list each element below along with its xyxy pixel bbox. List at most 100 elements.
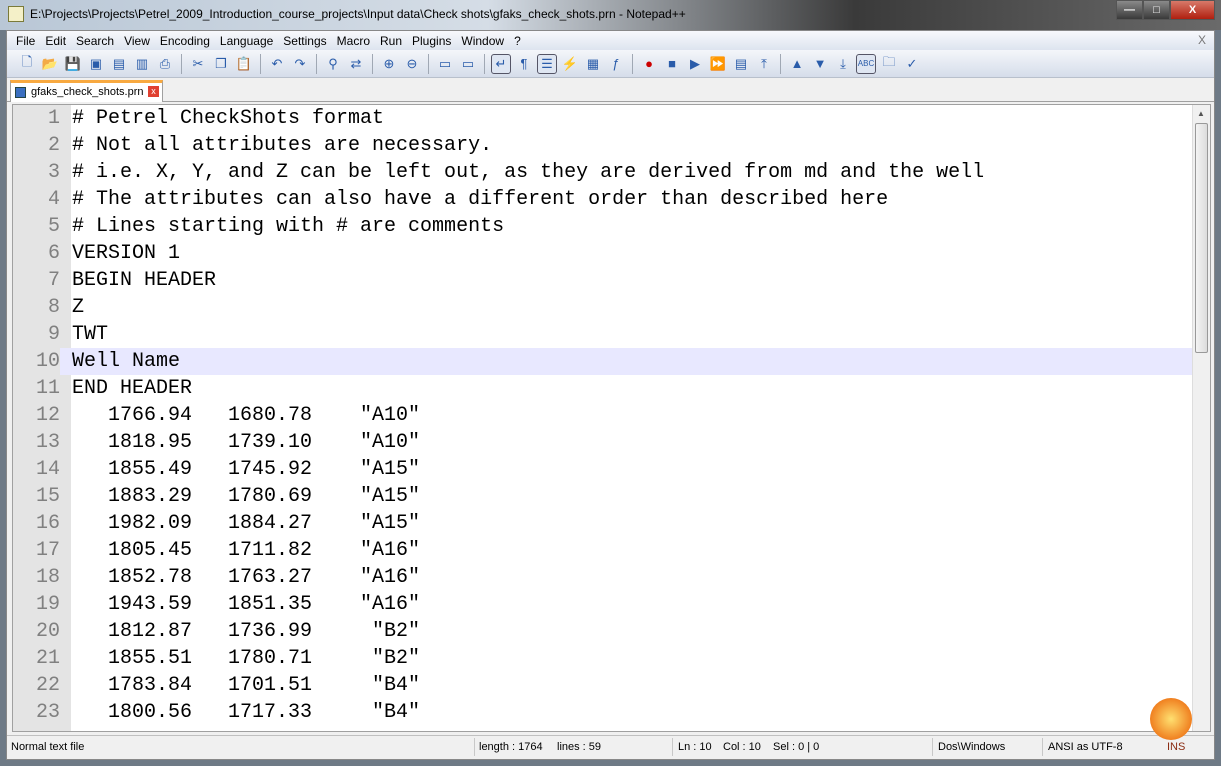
- editor-line[interactable]: 22 1783.84 1701.51 "B4": [13, 672, 1193, 699]
- menu-bar: File Edit Search View Encoding Language Settin…: [7, 31, 1214, 50]
- line-number: 4: [13, 186, 60, 213]
- editor-line[interactable]: 11 END HEADER: [13, 375, 1193, 402]
- print-icon[interactable]: ⎙: [155, 54, 175, 74]
- line-text: # The attributes can also have a differe…: [72, 188, 889, 211]
- status-encoding: ANSI as UTF-8: [1048, 741, 1123, 753]
- saved-file-icon: [15, 87, 26, 98]
- cut-icon[interactable]: ✂: [188, 54, 208, 74]
- doc-map-icon[interactable]: ▦: [583, 54, 603, 74]
- function-list-icon[interactable]: ƒ: [606, 54, 626, 74]
- last-change-icon[interactable]: ⤓: [833, 54, 853, 74]
- scrollbar-thumb[interactable]: [1195, 123, 1208, 353]
- status-line: Ln : 10: [678, 741, 712, 753]
- line-text: # Petrel CheckShots format: [72, 107, 385, 130]
- line-number: 12: [13, 402, 60, 429]
- find-icon[interactable]: ⚲: [323, 54, 343, 74]
- undo-icon[interactable]: ↶: [267, 54, 287, 74]
- run-macro-multiple-icon[interactable]: ⏩: [708, 54, 728, 74]
- toolbar-separator: [181, 53, 182, 74]
- menu-search[interactable]: Search: [71, 31, 119, 50]
- record-macro-icon[interactable]: ●: [639, 54, 659, 74]
- editor-line[interactable]: 14 1855.49 1745.92 "A15": [13, 456, 1193, 483]
- prev-change-icon[interactable]: ▲: [787, 54, 807, 74]
- menu-file[interactable]: File: [11, 31, 40, 50]
- window-title: E:\Projects\Projects\Petrel_2009_Introdu…: [30, 7, 686, 21]
- indent-guide-icon[interactable]: ☰: [537, 53, 557, 74]
- copy-icon[interactable]: ❐: [211, 54, 231, 74]
- paste-icon[interactable]: 📋: [234, 54, 254, 74]
- menu-settings[interactable]: Settings: [278, 31, 331, 50]
- editor-line[interactable]: 16 1982.09 1884.27 "A15": [13, 510, 1193, 537]
- editor-line[interactable]: 15 1883.29 1780.69 "A15": [13, 483, 1193, 510]
- menu-edit[interactable]: Edit: [40, 31, 71, 50]
- editor-line[interactable]: 2 # Not all attributes are necessary.: [13, 132, 1193, 159]
- editor-line[interactable]: 9 TWT: [13, 321, 1193, 348]
- show-all-chars-icon[interactable]: ¶: [514, 54, 534, 74]
- minimize-button[interactable]: —: [1116, 0, 1143, 20]
- save-macro-icon[interactable]: ▤: [731, 54, 751, 74]
- first-change-icon[interactable]: ⤒: [754, 54, 774, 74]
- editor-line[interactable]: 4 # The attributes can also have a differ…: [13, 186, 1193, 213]
- editor-line[interactable]: 21 1855.51 1780.71 "B2": [13, 645, 1193, 672]
- toolbar-separator: [484, 53, 485, 74]
- editor-line[interactable]: 12 1766.94 1680.78 "A10": [13, 402, 1193, 429]
- sync-vertical-icon[interactable]: ▭: [435, 54, 455, 74]
- zoom-out-icon[interactable]: ⊖: [402, 54, 422, 74]
- close-button[interactable]: X: [1170, 0, 1215, 20]
- spell-check-auto-icon[interactable]: ✓: [902, 54, 922, 74]
- menu-language[interactable]: Language: [215, 31, 278, 50]
- editor-line[interactable]: 5 # Lines starting with # are comments: [13, 213, 1193, 240]
- close-icon[interactable]: ▤: [109, 54, 129, 74]
- new-file-icon[interactable]: 🗋: [17, 54, 37, 74]
- close-document-button[interactable]: X: [1198, 33, 1206, 47]
- save-icon[interactable]: 💾: [63, 54, 83, 74]
- menu-run[interactable]: Run: [375, 31, 407, 50]
- menu-plugins[interactable]: Plugins: [407, 31, 456, 50]
- redo-icon[interactable]: ↷: [290, 54, 310, 74]
- editor-line[interactable]: 6 VERSION 1: [13, 240, 1193, 267]
- line-text: 1800.56 1717.33 "B4": [72, 701, 421, 724]
- editor-line[interactable]: 19 1943.59 1851.35 "A16": [13, 591, 1193, 618]
- next-change-icon[interactable]: ▼: [810, 54, 830, 74]
- sync-horizontal-icon[interactable]: ▭: [458, 54, 478, 74]
- spell-check-icon[interactable]: ABC: [856, 53, 876, 74]
- folder-as-workspace-icon[interactable]: 🗀: [879, 54, 899, 74]
- tab-gfaks-check-shots[interactable]: gfaks_check_shots.prn x: [10, 80, 163, 102]
- maximize-button[interactable]: □: [1143, 0, 1170, 20]
- editor-line[interactable]: 10 Well Name: [13, 348, 1193, 375]
- user-defined-language-icon[interactable]: ⚡: [560, 54, 580, 74]
- scroll-up-icon[interactable]: ▲: [1197, 109, 1205, 118]
- menu-encoding[interactable]: Encoding: [155, 31, 215, 50]
- stop-recording-icon[interactable]: ■: [662, 54, 682, 74]
- editor-line[interactable]: 13 1818.95 1739.10 "A10": [13, 429, 1193, 456]
- playback-icon[interactable]: ▶: [685, 54, 705, 74]
- menu-macro[interactable]: Macro: [332, 31, 375, 50]
- vertical-scrollbar[interactable]: ▲: [1192, 105, 1210, 731]
- text-editor[interactable]: 1 # Petrel CheckShots format 2 # Not all at…: [12, 104, 1211, 732]
- line-text: 1766.94 1680.78 "A10": [72, 404, 421, 427]
- editor-line[interactable]: 23 1800.56 1717.33 "B4": [13, 699, 1193, 726]
- editor-line[interactable]: 20 1812.87 1736.99 "B2": [13, 618, 1193, 645]
- word-wrap-icon[interactable]: ↵: [491, 53, 511, 74]
- line-text: 1812.87 1736.99 "B2": [72, 620, 421, 643]
- editor-line[interactable]: 7 BEGIN HEADER: [13, 267, 1193, 294]
- line-number: 19: [13, 591, 60, 618]
- open-file-icon[interactable]: 📂: [40, 54, 60, 74]
- menu-help[interactable]: ?: [509, 31, 526, 50]
- editor-line[interactable]: 18 1852.78 1763.27 "A16": [13, 564, 1193, 591]
- status-eol: Dos\Windows: [938, 741, 1006, 753]
- toolbar-separator: [260, 53, 261, 74]
- tab-close-icon[interactable]: x: [148, 86, 159, 97]
- replace-icon[interactable]: ⇄: [346, 54, 366, 74]
- editor-line[interactable]: 8Z: [13, 294, 1193, 321]
- close-all-icon[interactable]: ▥: [132, 54, 152, 74]
- editor-line[interactable]: 3 # i.e. X, Y, and Z can be left out, as …: [13, 159, 1193, 186]
- zoom-in-icon[interactable]: ⊕: [379, 54, 399, 74]
- menu-window[interactable]: Window: [456, 31, 509, 50]
- line-text: 1805.45 1711.82 "A16": [72, 539, 421, 562]
- menu-view[interactable]: View: [119, 31, 155, 50]
- editor-line[interactable]: 17 1805.45 1711.82 "A16": [13, 537, 1193, 564]
- save-all-icon[interactable]: ▣: [86, 54, 106, 74]
- line-number: 3: [13, 159, 60, 186]
- editor-line[interactable]: 1 # Petrel CheckShots format: [13, 105, 1193, 132]
